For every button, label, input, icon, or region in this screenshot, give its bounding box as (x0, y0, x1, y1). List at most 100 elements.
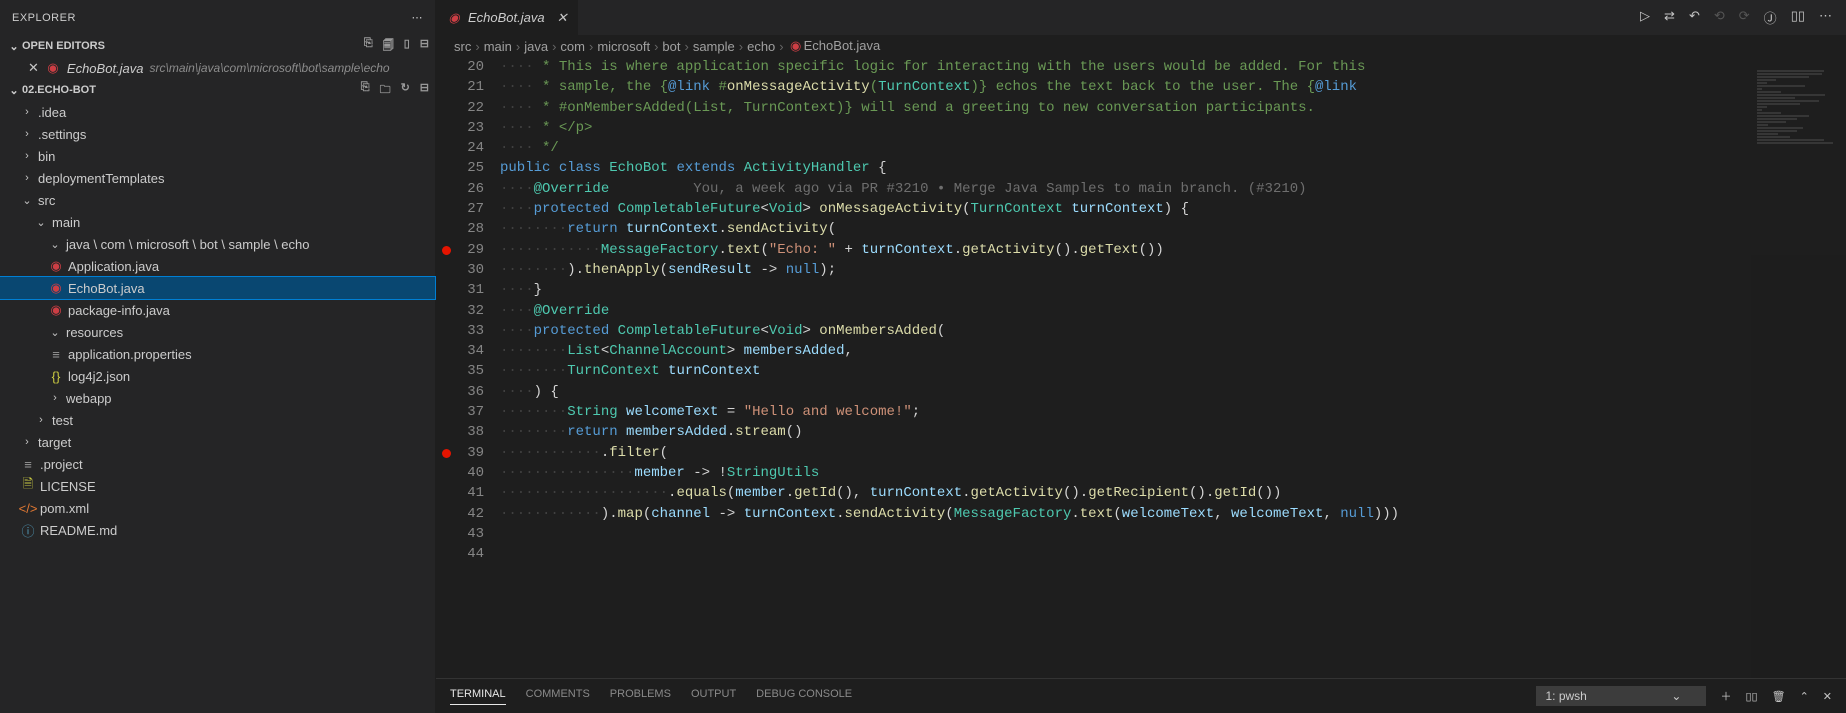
folder-row[interactable]: ›test (0, 409, 435, 431)
save-all-icon[interactable]: 🗐 (383, 37, 394, 56)
file-tree: ›.idea›.settings›bin›deploymentTemplates… (0, 101, 435, 713)
panel-tab-comments[interactable]: COMMENTS (526, 688, 590, 705)
breadcrumb-item[interactable]: com (560, 39, 585, 54)
git-compare-icon[interactable]: ⇄ (1664, 8, 1675, 27)
code-line[interactable]: ········).thenApply(sendResult -> null); (500, 260, 1751, 280)
breadcrumb-item[interactable]: src (454, 39, 471, 54)
file-row[interactable]: ≡application.properties (0, 343, 435, 365)
breadcrumb-item[interactable]: main (484, 39, 512, 54)
tree-item-label: Application.java (68, 259, 159, 274)
folder-row[interactable]: ›target (0, 431, 435, 453)
explorer-more-icon[interactable]: ⋯ (412, 11, 424, 24)
more-icon[interactable]: ⋯ (1819, 8, 1832, 27)
folder-row[interactable]: ›.idea (0, 101, 435, 123)
split-terminal-icon[interactable]: ▯▯ (1745, 690, 1757, 703)
open-editors-actions: ⎘ 🗐 ▯ ⊟ (364, 37, 429, 56)
project-header[interactable]: ⌄ 02.ECHO-BOT ⎘ 🗀 ↻ ⊟ (0, 79, 435, 101)
file-row[interactable]: ◉EchoBot.java (0, 277, 435, 299)
new-file-icon[interactable]: ⎘ (361, 81, 370, 100)
breadcrumb-item[interactable]: ◉ EchoBot.java (788, 38, 881, 54)
code-line[interactable]: ···· */ (500, 138, 1751, 158)
open-editor-item[interactable]: ✕ ◉ EchoBot.java src\main\java\com\micro… (0, 57, 435, 79)
terminal-selector[interactable]: 1: pwsh ⌄ (1536, 686, 1706, 706)
breadcrumbs[interactable]: src › main › java › com › microsoft › bo… (436, 35, 1846, 57)
code-line[interactable]: ········return membersAdded.stream() (500, 422, 1751, 442)
line-number: 37 (436, 402, 484, 422)
code-line[interactable]: ···· * This is where application specifi… (500, 57, 1751, 77)
code-line[interactable]: ····protected CompletableFuture<Void> on… (500, 321, 1751, 341)
folder-row[interactable]: ›bin (0, 145, 435, 167)
close-icon[interactable]: ✕ (28, 60, 39, 76)
open-editor-path: src\main\java\com\microsoft\bot\sample\e… (150, 61, 390, 75)
new-terminal-icon[interactable]: ＋ (1720, 688, 1731, 704)
panel-tab-problems[interactable]: PROBLEMS (610, 688, 671, 705)
folder-row[interactable]: ⌄resources (0, 321, 435, 343)
file-row[interactable]: ◉Application.java (0, 255, 435, 277)
panel-tab-terminal[interactable]: TERMINAL (450, 688, 506, 705)
folder-row[interactable]: ›deploymentTemplates (0, 167, 435, 189)
file-row[interactable]: {}log4j2.json (0, 365, 435, 387)
breadcrumb-item[interactable]: bot (662, 39, 680, 54)
chevron-right-icon: › (48, 392, 62, 404)
java-icon[interactable]: Ⓙ (1764, 8, 1777, 27)
breakpoint-icon[interactable] (442, 246, 451, 255)
close-panel-icon[interactable]: ✕ (1823, 690, 1832, 703)
file-row[interactable]: ≡.project (0, 453, 435, 475)
code-line[interactable]: ············MessageFactory.text("Echo: "… (500, 240, 1751, 260)
props-file-icon: ≡ (48, 347, 64, 362)
tree-item-label: .idea (38, 105, 66, 120)
folder-row[interactable]: ›.settings (0, 123, 435, 145)
kill-terminal-icon[interactable]: 🗑 (1772, 690, 1786, 703)
code-line[interactable]: public class EchoBot extends ActivityHan… (500, 158, 1751, 178)
collapse-icon[interactable]: ⊟ (420, 81, 429, 100)
close-icon[interactable]: ✕ (557, 10, 568, 26)
new-file-icon[interactable]: ⎘ (364, 37, 373, 56)
layout-icon[interactable]: ▯ (404, 37, 410, 56)
file-row[interactable]: ⓘREADME.md (0, 519, 435, 541)
code-line[interactable]: ···· * </p> (500, 118, 1751, 138)
code-line[interactable]: ····@Override You, a week ago via PR #32… (500, 179, 1751, 199)
refresh-icon[interactable]: ↻ (401, 81, 410, 100)
file-row[interactable]: </>pom.xml (0, 497, 435, 519)
chevron-up-icon[interactable]: ⌃ (1800, 690, 1809, 703)
line-number: 30 (436, 260, 484, 280)
code-line[interactable]: ············.filter( (500, 443, 1751, 463)
breadcrumb-item[interactable]: sample (693, 39, 735, 54)
editor-tab[interactable]: ◉ EchoBot.java ✕ (436, 0, 579, 35)
code-line[interactable]: ····protected CompletableFuture<Void> on… (500, 199, 1751, 219)
breadcrumb-item[interactable]: java (524, 39, 548, 54)
file-row[interactable]: ◉package-info.java (0, 299, 435, 321)
nav-back-icon[interactable]: ↶ (1689, 8, 1700, 27)
folder-row[interactable]: ›webapp (0, 387, 435, 409)
code-line[interactable]: ····} (500, 280, 1751, 300)
new-folder-icon[interactable]: 🗀 (380, 81, 391, 100)
open-editors-header[interactable]: ⌄ OPEN EDITORS ⎘ 🗐 ▯ ⊟ (0, 35, 435, 57)
code-line[interactable]: ···· * #onMembersAdded(List, TurnContext… (500, 98, 1751, 118)
split-editor-icon[interactable]: ▯▯ (1791, 8, 1805, 27)
close-all-icon[interactable]: ⊟ (420, 37, 429, 56)
folder-row[interactable]: ⌄src (0, 189, 435, 211)
breadcrumb-item[interactable]: microsoft (597, 39, 650, 54)
code-content[interactable]: ···· * This is where application specifi… (500, 57, 1751, 678)
code-line[interactable]: ················member -> !StringUtils (500, 463, 1751, 483)
code-line[interactable]: ····@Override (500, 301, 1751, 321)
file-row[interactable]: 🗎LICENSE (0, 475, 435, 497)
breadcrumb-item[interactable]: echo (747, 39, 775, 54)
panel-tab-debug-console[interactable]: DEBUG CONSOLE (756, 688, 852, 705)
editor-area[interactable]: 2021222324252627282930313233343536373839… (436, 57, 1846, 678)
code-line[interactable]: ····) { (500, 382, 1751, 402)
code-line[interactable]: ············).map(channel -> turnContext… (500, 504, 1751, 524)
code-line[interactable]: ········return turnContext.sendActivity( (500, 219, 1751, 239)
code-line[interactable]: ········List<ChannelAccount> membersAdde… (500, 341, 1751, 361)
breakpoint-icon[interactable] (442, 449, 451, 458)
panel-tab-output[interactable]: OUTPUT (691, 688, 736, 705)
folder-row[interactable]: ⌄main (0, 211, 435, 233)
folder-row[interactable]: ⌄java \ com \ microsoft \ bot \ sample \… (0, 233, 435, 255)
run-icon[interactable]: ▷ (1640, 8, 1650, 27)
code-line[interactable]: ····················.equals(member.getId… (500, 483, 1751, 503)
code-line[interactable]: ········String welcomeText = "Hello and … (500, 402, 1751, 422)
chevron-right-icon: › (20, 128, 34, 140)
code-line[interactable]: ···· * sample, the {@link #onMessageActi… (500, 77, 1751, 97)
code-line[interactable]: ········TurnContext turnContext (500, 361, 1751, 381)
minimap[interactable] (1751, 57, 1846, 678)
